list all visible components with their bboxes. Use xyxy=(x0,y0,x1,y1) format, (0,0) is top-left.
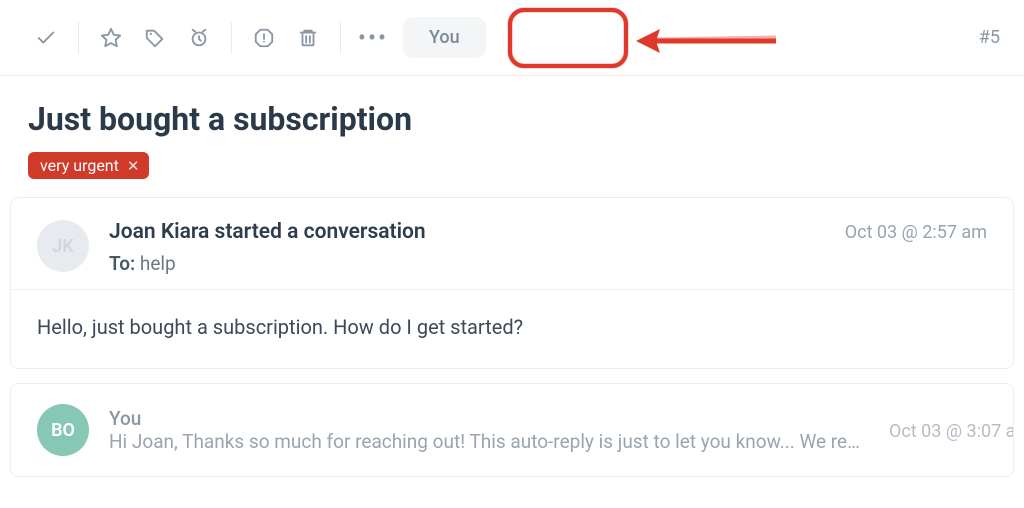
ticket-tag[interactable]: very urgent ✕ xyxy=(28,152,149,179)
message-sender: You xyxy=(109,407,869,430)
ticket-number: #5 xyxy=(979,27,1000,48)
toolbar: ••• You #5 xyxy=(0,0,1024,76)
to-label: To: xyxy=(109,252,135,275)
tag-button[interactable] xyxy=(133,16,177,60)
toolbar-separator xyxy=(340,22,341,54)
check-icon xyxy=(35,27,57,49)
message-card[interactable]: JK Joan Kiara started a conversation To:… xyxy=(10,197,1014,369)
tag-icon xyxy=(144,27,166,49)
message-header: BO You Hi Joan, Thanks so much for reach… xyxy=(11,384,1013,476)
more-icon: ••• xyxy=(358,24,388,52)
mark-done-button[interactable] xyxy=(24,16,68,60)
trash-icon xyxy=(297,27,319,49)
toolbar-separator xyxy=(78,22,79,54)
message-header: JK Joan Kiara started a conversation To:… xyxy=(11,198,1013,290)
assignee-dropdown[interactable]: You xyxy=(403,17,486,58)
avatar-initials: JK xyxy=(52,236,73,257)
star-button[interactable] xyxy=(89,16,133,60)
delete-button[interactable] xyxy=(286,16,330,60)
message-timestamp: Oct 03 @ 2:57 am xyxy=(845,220,987,243)
ticket-subject: Just bought a subscription xyxy=(28,100,996,138)
ticket-header: Just bought a subscription very urgent ✕ xyxy=(0,76,1024,197)
message-timestamp: Oct 03 @ 3:07 am xyxy=(889,419,1014,442)
message-preview: Hi Joan, Thanks so much for reaching out… xyxy=(109,430,869,453)
ticket-tag-label: very urgent xyxy=(40,156,119,175)
snooze-button[interactable] xyxy=(177,16,221,60)
avatar: JK xyxy=(37,220,89,272)
message-list: JK Joan Kiara started a conversation To:… xyxy=(0,197,1024,501)
alert-icon xyxy=(253,27,275,49)
spam-button[interactable] xyxy=(242,16,286,60)
to-value: help xyxy=(140,252,176,275)
remove-tag-icon[interactable]: ✕ xyxy=(127,157,140,175)
message-title: Joan Kiara started a conversation xyxy=(109,220,825,244)
assignee-label: You xyxy=(429,27,460,48)
toolbar-separator xyxy=(231,22,232,54)
message-recipients: To: help xyxy=(109,252,825,275)
message-card-collapsed[interactable]: BO You Hi Joan, Thanks so much for reach… xyxy=(10,383,1014,477)
clock-icon xyxy=(188,27,210,49)
avatar-initials: BO xyxy=(51,420,75,441)
star-icon xyxy=(100,27,122,49)
avatar: BO xyxy=(37,404,89,456)
more-actions-button[interactable]: ••• xyxy=(351,16,395,60)
message-body: Hello, just bought a subscription. How d… xyxy=(11,290,1013,368)
